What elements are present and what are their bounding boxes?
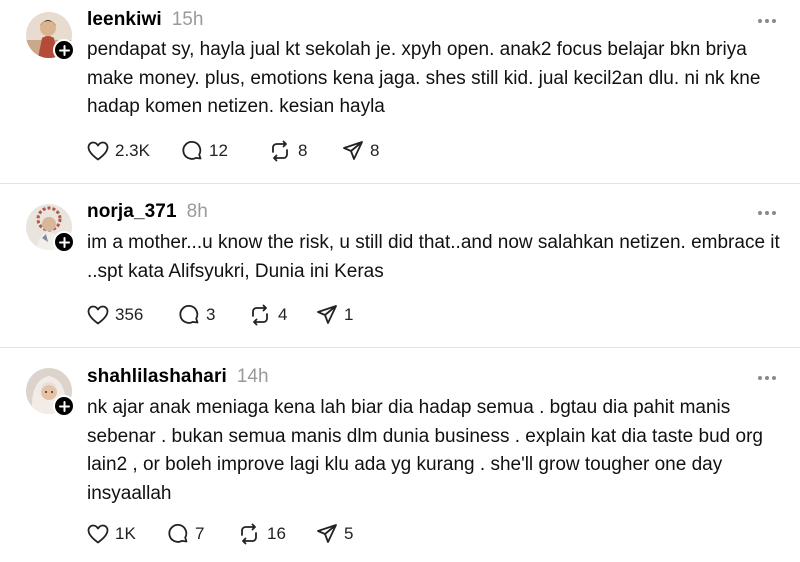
- avatar[interactable]: [26, 368, 75, 417]
- more-horizontal-icon[interactable]: [756, 208, 778, 218]
- like-count: 1K: [115, 524, 136, 543]
- username[interactable]: shahlilashahari: [87, 366, 227, 388]
- post-header: norja_371 8h: [87, 201, 208, 225]
- heart-icon: [87, 305, 109, 325]
- comment-bubble-icon: [179, 305, 199, 324]
- reply-post: norja_371 8h im a mother...u know the ri…: [0, 184, 800, 347]
- like-button[interactable]: 356: [87, 305, 178, 325]
- post-text: pendapat sy, hayla jual kt sekolah je. x…: [87, 39, 761, 117]
- post-text: im a mother...u know the risk, u still d…: [87, 232, 780, 282]
- like-count: 356: [115, 305, 144, 324]
- more-horizontal-icon[interactable]: [756, 16, 778, 26]
- reply-button[interactable]: 3: [178, 304, 248, 326]
- reply-count: 7: [195, 524, 205, 543]
- reply-button[interactable]: 7: [167, 523, 237, 545]
- follow-plus-icon[interactable]: [53, 395, 75, 417]
- reply-post: leenkiwi 15h pendapat sy, hayla jual kt …: [0, 0, 800, 183]
- avatar[interactable]: [26, 12, 75, 61]
- post-actions: 1K 7 16 5: [87, 521, 353, 547]
- like-button[interactable]: 1K: [87, 524, 167, 544]
- heart-icon: [87, 141, 109, 161]
- repost-button[interactable]: 4: [248, 304, 316, 326]
- repost-count: 16: [267, 524, 286, 543]
- timestamp: 15h: [171, 9, 204, 30]
- like-button[interactable]: 2.3K: [87, 141, 181, 161]
- username[interactable]: leenkiwi: [87, 9, 162, 31]
- repost-button[interactable]: 8: [268, 140, 342, 162]
- reply-count: 3: [206, 305, 216, 324]
- repost-button[interactable]: 16: [237, 523, 316, 545]
- follow-plus-icon[interactable]: [53, 39, 75, 61]
- post-header: shahlilashahari 14h: [87, 366, 269, 390]
- avatar[interactable]: [26, 204, 75, 253]
- share-count: 5: [344, 524, 354, 543]
- timestamp: 14h: [236, 366, 269, 387]
- more-horizontal-icon[interactable]: [756, 373, 778, 383]
- share-count: 1: [344, 305, 354, 324]
- send-paper-plane-icon: [343, 141, 363, 160]
- thread-replies-feed: leenkiwi 15h pendapat sy, hayla jual kt …: [0, 0, 800, 562]
- comment-bubble-icon: [182, 141, 202, 160]
- reply-button[interactable]: 12: [181, 140, 268, 162]
- post-actions: 2.3K 12 8 8: [87, 138, 379, 164]
- username[interactable]: norja_371: [87, 201, 177, 223]
- reply-post: shahlilashahari 14h nk ajar anak meniaga…: [0, 348, 800, 562]
- reply-count: 12: [209, 141, 228, 160]
- repost-arrows-icon: [272, 140, 288, 162]
- share-button[interactable]: 1: [316, 304, 353, 326]
- share-count: 8: [370, 141, 380, 160]
- timestamp: 8h: [186, 201, 208, 222]
- repost-count: 4: [278, 305, 288, 324]
- share-button[interactable]: 5: [316, 523, 353, 545]
- repost-arrows-icon: [252, 304, 268, 326]
- repost-count: 8: [298, 141, 308, 160]
- share-button[interactable]: 8: [342, 140, 379, 162]
- send-paper-plane-icon: [317, 305, 337, 324]
- repost-arrows-icon: [241, 523, 257, 545]
- post-actions: 356 3 4 1: [87, 302, 353, 328]
- post-header: leenkiwi 15h: [87, 9, 203, 33]
- send-paper-plane-icon: [317, 524, 337, 543]
- follow-plus-icon[interactable]: [53, 231, 75, 253]
- like-count: 2.3K: [115, 141, 150, 160]
- heart-icon: [87, 524, 109, 544]
- post-text: nk ajar anak meniaga kena lah biar dia h…: [87, 397, 763, 504]
- comment-bubble-icon: [168, 524, 188, 543]
